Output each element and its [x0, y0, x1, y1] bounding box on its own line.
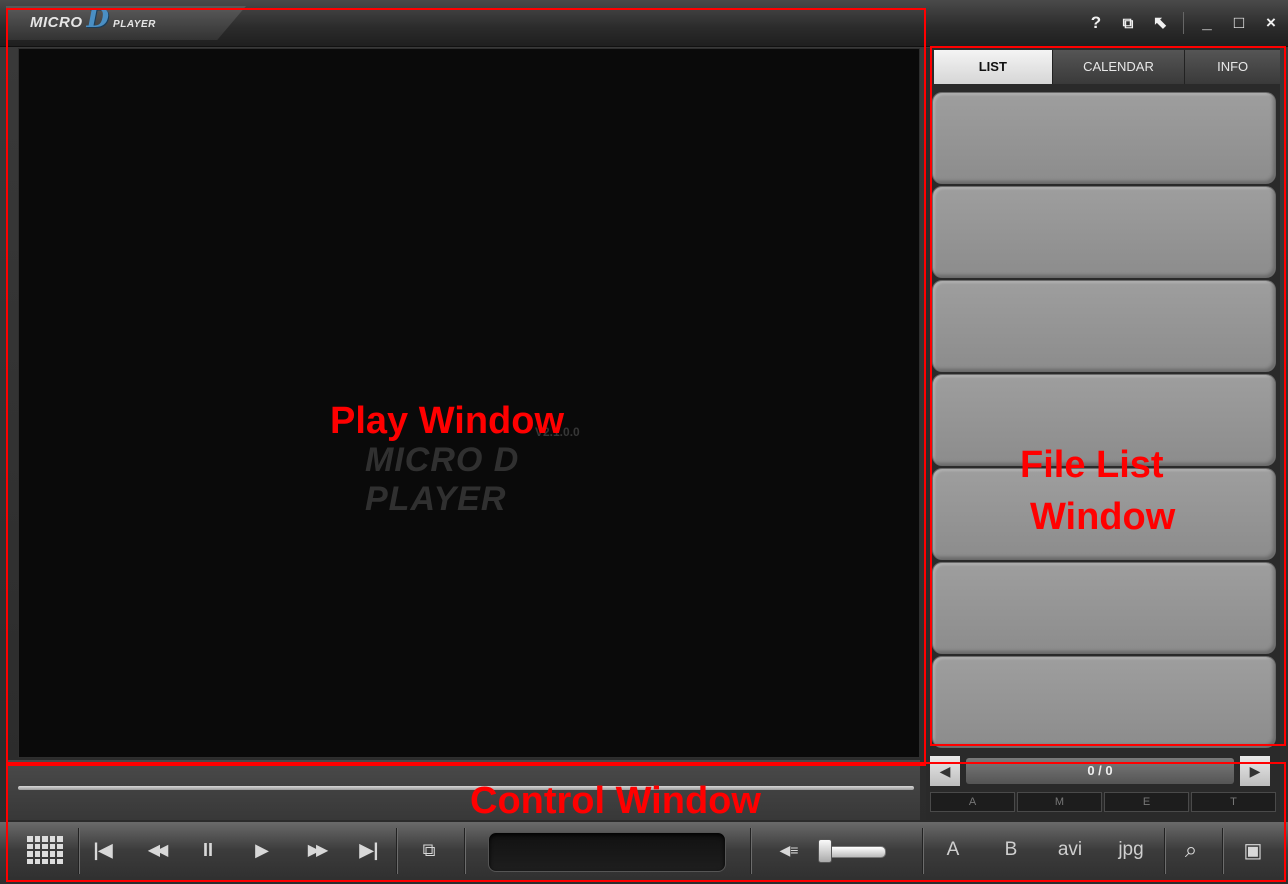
play-window-label: Play Window	[330, 400, 565, 442]
divider	[922, 828, 923, 874]
panel-tabs: LIST CALENDAR INFO	[934, 50, 1280, 84]
pause-button[interactable]: II	[194, 832, 222, 868]
list-pager: ◀ 0 / 0 ▶	[930, 756, 1280, 786]
close-icon[interactable]: ×	[1262, 12, 1280, 34]
logo-micro: MICRO	[30, 14, 83, 31]
search-icon[interactable]: ⌕	[1174, 832, 1208, 868]
export-jpg-button[interactable]: jpg	[1108, 832, 1154, 868]
snapshot-settings-icon[interactable]: ⧉	[1119, 12, 1137, 34]
seek-bar[interactable]	[18, 786, 914, 790]
titlebar-divider	[1183, 12, 1184, 34]
prev-file-button[interactable]: |◀	[88, 832, 118, 868]
mark-b-button[interactable]: B	[996, 832, 1026, 868]
page-indicator: 0 / 0	[966, 758, 1234, 784]
file-list-label-line2: Window	[1030, 496, 1176, 538]
layout-grid-button[interactable]	[24, 832, 66, 868]
file-list-slot[interactable]	[932, 656, 1276, 748]
file-list-slot[interactable]	[932, 280, 1276, 372]
file-list-slot[interactable]	[932, 562, 1276, 654]
filter-e[interactable]: E	[1104, 792, 1189, 812]
maximize-icon[interactable]: □	[1230, 12, 1248, 34]
divider	[464, 828, 465, 874]
logo-player: PLAYER	[113, 19, 156, 30]
folder-icon[interactable]: ▣	[1236, 832, 1270, 868]
event-filter-bar: A M E T	[930, 792, 1276, 812]
next-file-button[interactable]: ▶|	[354, 832, 384, 868]
filter-m[interactable]: M	[1017, 792, 1102, 812]
divider	[396, 828, 397, 874]
filter-a[interactable]: A	[930, 792, 1015, 812]
logo-d: D	[86, 4, 110, 34]
time-display	[488, 832, 726, 872]
file-list-label-line1: File List	[1020, 444, 1164, 486]
watermark-logo: MICRO D PLAYER	[365, 441, 520, 518]
next-page-button[interactable]: ▶	[1240, 756, 1270, 786]
tab-calendar[interactable]: CALENDAR	[1053, 50, 1186, 84]
control-window-label: Control Window	[470, 780, 761, 822]
help-icon[interactable]: ?	[1087, 12, 1105, 34]
tools-icon[interactable]: ⬉	[1151, 12, 1169, 34]
minimize-icon[interactable]: _	[1198, 12, 1216, 34]
volume-slider-knob[interactable]	[818, 839, 832, 863]
play-button[interactable]: ▶	[248, 832, 276, 868]
file-list-slot[interactable]	[932, 92, 1276, 184]
file-list	[928, 88, 1278, 748]
grid-icon	[27, 836, 63, 864]
volume-icon[interactable]: ◀≡	[772, 832, 806, 868]
prev-page-button[interactable]: ◀	[930, 756, 960, 786]
tab-list[interactable]: LIST	[934, 50, 1053, 84]
tab-info[interactable]: INFO	[1185, 50, 1280, 84]
divider	[1164, 828, 1165, 874]
mark-a-button[interactable]: A	[938, 832, 968, 868]
control-bar: |◀ ◀◀ II ▶ ▶▶ ▶| ⧉ ◀≡ A B avi jpg ⌕ ▣	[0, 822, 1288, 884]
filter-t[interactable]: T	[1191, 792, 1276, 812]
micro-d-player-window: MICRO D PLAYER ? ⧉ ⬉ _ □ × MICRO D PLAYE…	[0, 0, 1288, 884]
title-bar: MICRO D PLAYER ? ⧉ ⬉ _ □ ×	[0, 0, 1288, 47]
divider	[78, 828, 79, 874]
titlebar-icons: ? ⧉ ⬉ _ □ ×	[1087, 10, 1280, 36]
app-logo: MICRO D PLAYER	[30, 4, 156, 35]
export-avi-button[interactable]: avi	[1048, 832, 1092, 868]
divider	[750, 828, 751, 874]
progress-area	[8, 760, 920, 820]
rewind-button[interactable]: ◀◀	[138, 832, 174, 868]
file-list-panel: LIST CALENDAR INFO ◀ 0 / 0 ▶ A M E T	[926, 48, 1280, 820]
fast-forward-button[interactable]: ▶▶	[298, 832, 334, 868]
split-view-button[interactable]: ⧉	[412, 832, 446, 868]
file-list-slot[interactable]	[932, 186, 1276, 278]
divider	[1222, 828, 1223, 874]
